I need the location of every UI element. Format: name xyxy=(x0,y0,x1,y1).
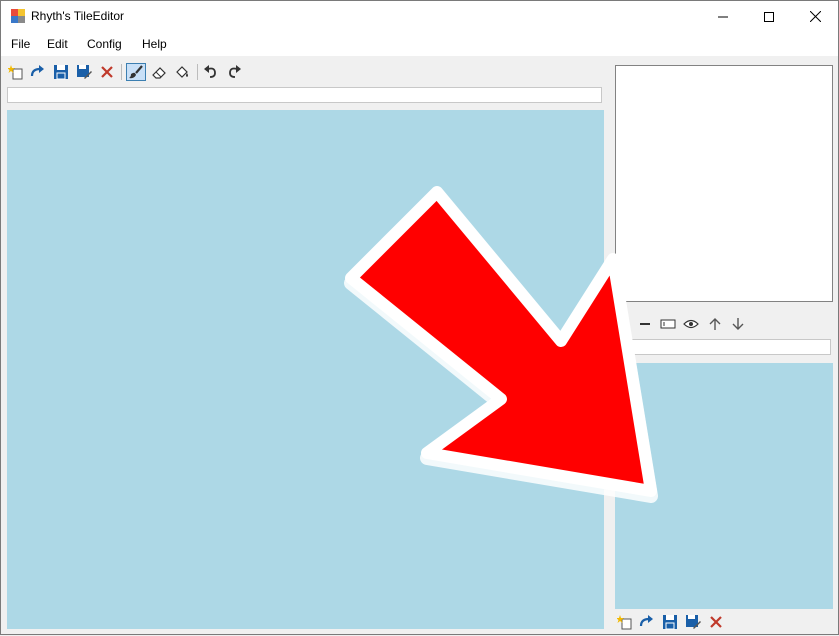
remove-layer-button[interactable] xyxy=(635,315,655,333)
tileset-save-as-button[interactable] xyxy=(683,613,703,631)
title-bar: Rhyth's TileEditor xyxy=(1,1,838,32)
tileset-toolbar xyxy=(613,611,834,633)
fill-bucket-icon xyxy=(176,66,188,78)
visibility-icon xyxy=(683,319,699,329)
save-icon xyxy=(54,65,68,80)
undo-icon xyxy=(204,65,216,78)
menu-help[interactable]: Help xyxy=(142,37,167,51)
toolbar-separator xyxy=(197,64,198,80)
map-canvas[interactable] xyxy=(7,110,604,629)
tileset-new-button[interactable] xyxy=(615,613,635,631)
layer-list[interactable] xyxy=(615,65,833,302)
menu-bar: File Edit Config Help xyxy=(1,32,838,56)
rename-layer-button[interactable] xyxy=(658,315,678,333)
toolbar-separator xyxy=(121,64,122,80)
new-icon xyxy=(8,65,23,80)
rename-icon xyxy=(660,319,676,329)
map-name-input[interactable] xyxy=(7,87,602,103)
fill-button[interactable] xyxy=(172,63,192,81)
eraser-icon xyxy=(152,67,166,79)
layer-name-input[interactable] xyxy=(615,339,831,355)
close-icon xyxy=(809,11,821,22)
delete-icon xyxy=(101,66,113,78)
redo-arrow-icon xyxy=(639,615,653,627)
layer-toolbar xyxy=(613,313,834,335)
brush-icon xyxy=(129,65,143,79)
tileset-save-button[interactable] xyxy=(660,613,680,631)
move-up-icon xyxy=(709,318,721,330)
window-title: Rhyth's TileEditor xyxy=(31,9,124,23)
new-icon xyxy=(617,615,632,630)
maximize-button[interactable] xyxy=(746,1,792,32)
save-icon xyxy=(663,615,677,630)
menu-edit[interactable]: Edit xyxy=(47,37,68,51)
remove-icon xyxy=(640,323,650,325)
open-button[interactable] xyxy=(28,63,48,81)
new-button[interactable] xyxy=(6,63,26,81)
redo-icon xyxy=(229,65,241,78)
tileset-delete-button[interactable] xyxy=(706,613,726,631)
toggle-visibility-button[interactable] xyxy=(681,315,701,333)
minimize-icon xyxy=(718,16,728,17)
tileset-canvas[interactable] xyxy=(615,363,833,609)
save-as-button[interactable] xyxy=(74,63,94,81)
menu-file[interactable]: File xyxy=(11,37,30,51)
delete-button[interactable] xyxy=(97,63,117,81)
save-button[interactable] xyxy=(51,63,71,81)
minimize-button[interactable] xyxy=(700,1,746,32)
app-icon xyxy=(11,9,25,23)
brush-button[interactable] xyxy=(126,63,146,81)
move-down-icon xyxy=(732,318,744,330)
eraser-button[interactable] xyxy=(149,63,169,81)
close-button[interactable] xyxy=(792,1,838,32)
redo-arrow-icon xyxy=(30,65,44,77)
save-as-icon xyxy=(686,615,701,629)
menu-config[interactable]: Config xyxy=(87,37,122,51)
undo-button[interactable] xyxy=(201,63,221,81)
move-layer-down-button[interactable] xyxy=(728,315,748,333)
redo-button[interactable] xyxy=(224,63,244,81)
save-as-icon xyxy=(77,65,92,79)
maximize-icon xyxy=(764,11,774,22)
move-layer-up-button[interactable] xyxy=(705,315,725,333)
delete-icon xyxy=(710,616,722,628)
app-window: Rhyth's TileEditor File Edit Config Help xyxy=(0,0,839,635)
tileset-open-button[interactable] xyxy=(637,613,657,631)
main-toolbar xyxy=(4,61,604,83)
